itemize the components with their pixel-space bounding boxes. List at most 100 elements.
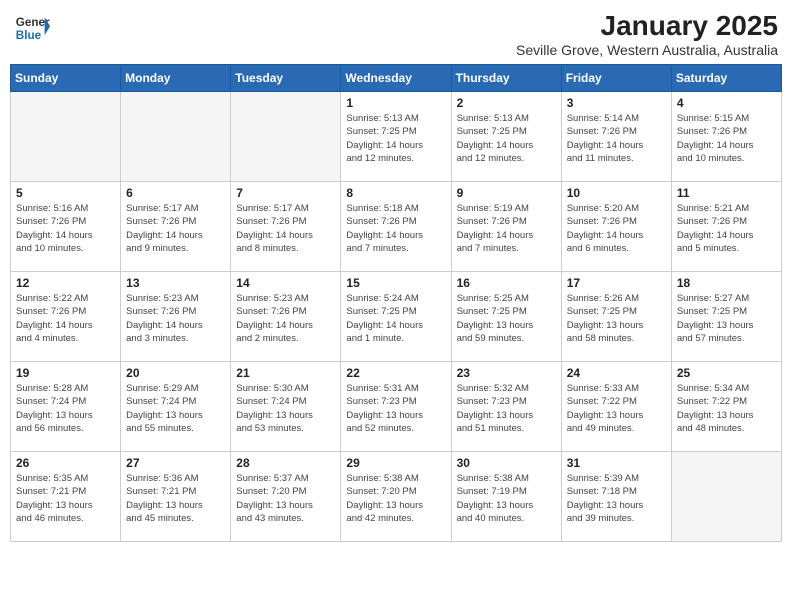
day-info: Sunrise: 5:31 AM Sunset: 7:23 PM Dayligh… [346, 382, 445, 435]
calendar-cell: 14Sunrise: 5:23 AM Sunset: 7:26 PM Dayli… [231, 272, 341, 362]
calendar-cell [231, 92, 341, 182]
calendar-header-row: SundayMondayTuesdayWednesdayThursdayFrid… [11, 65, 782, 92]
day-info: Sunrise: 5:29 AM Sunset: 7:24 PM Dayligh… [126, 382, 225, 435]
day-info: Sunrise: 5:15 AM Sunset: 7:26 PM Dayligh… [677, 112, 776, 165]
calendar-cell [11, 92, 121, 182]
day-number: 29 [346, 456, 445, 470]
day-number: 11 [677, 186, 776, 200]
day-number: 5 [16, 186, 115, 200]
calendar-cell: 8 Sunrise: 5:18 AM Sunset: 7:26 PM Daylig… [341, 182, 451, 272]
svg-text:Blue: Blue [16, 29, 42, 42]
day-number: 28 [236, 456, 335, 470]
week-row-5: 26 Sunrise: 5:35 AM Sunset: 7:21 PM Dayli… [11, 452, 782, 542]
day-number: 2 [457, 96, 556, 110]
calendar-header-monday: Monday [121, 65, 231, 92]
day-info: Sunrise: 5:19 AM Sunset: 7:26 PM Dayligh… [457, 202, 556, 255]
day-number: 1 [346, 96, 445, 110]
calendar-cell: 5 Sunrise: 5:16 AM Sunset: 7:26 PM Daylig… [11, 182, 121, 272]
day-info: Sunrise: 5:17 AM Sunset: 7:26 PM Dayligh… [236, 202, 335, 255]
calendar-header-tuesday: Tuesday [231, 65, 341, 92]
day-number: 23 [457, 366, 556, 380]
day-number: 12 [16, 276, 115, 290]
day-number: 19 [16, 366, 115, 380]
day-number: 24 [567, 366, 666, 380]
day-info: Sunrise: 5:36 AM Sunset: 7:21 PM Dayligh… [126, 472, 225, 525]
page-header: General Blue January 2025 Seville Grove,… [10, 10, 782, 58]
day-info: Sunrise: 5:24 AM Sunset: 7:25 PM Dayligh… [346, 292, 445, 345]
day-number: 4 [677, 96, 776, 110]
day-info: Sunrise: 5:38 AM Sunset: 7:19 PM Dayligh… [457, 472, 556, 525]
calendar-cell: 22 Sunrise: 5:31 AM Sunset: 7:23 PM Dayli… [341, 362, 451, 452]
day-info: Sunrise: 5:34 AM Sunset: 7:22 PM Dayligh… [677, 382, 776, 435]
day-info: Sunrise: 5:13 AM Sunset: 7:25 PM Dayligh… [346, 112, 445, 165]
day-number: 3 [567, 96, 666, 110]
page-title: January 2025 [516, 10, 778, 42]
day-number: 9 [457, 186, 556, 200]
logo: General Blue [14, 10, 50, 46]
day-info: Sunrise: 5:27 AM Sunset: 7:25 PM Dayligh… [677, 292, 776, 345]
calendar-cell: 13Sunrise: 5:23 AM Sunset: 7:26 PM Dayli… [121, 272, 231, 362]
day-info: Sunrise: 5:28 AM Sunset: 7:24 PM Dayligh… [16, 382, 115, 435]
week-row-3: 12Sunrise: 5:22 AM Sunset: 7:26 PM Dayli… [11, 272, 782, 362]
day-info: Sunrise: 5:17 AM Sunset: 7:26 PM Dayligh… [126, 202, 225, 255]
day-info: Sunrise: 5:16 AM Sunset: 7:26 PM Dayligh… [16, 202, 115, 255]
calendar-cell: 23 Sunrise: 5:32 AM Sunset: 7:23 PM Dayli… [451, 362, 561, 452]
day-number: 30 [457, 456, 556, 470]
day-number: 10 [567, 186, 666, 200]
day-number: 6 [126, 186, 225, 200]
week-row-1: 1 Sunrise: 5:13 AM Sunset: 7:25 PM Daylig… [11, 92, 782, 182]
calendar-cell: 20 Sunrise: 5:29 AM Sunset: 7:24 PM Dayli… [121, 362, 231, 452]
day-info: Sunrise: 5:26 AM Sunset: 7:25 PM Dayligh… [567, 292, 666, 345]
calendar-cell: 2 Sunrise: 5:13 AM Sunset: 7:25 PM Daylig… [451, 92, 561, 182]
day-info: Sunrise: 5:23 AM Sunset: 7:26 PM Dayligh… [126, 292, 225, 345]
calendar-cell [121, 92, 231, 182]
calendar-cell: 9 Sunrise: 5:19 AM Sunset: 7:26 PM Daylig… [451, 182, 561, 272]
calendar-cell: 12Sunrise: 5:22 AM Sunset: 7:26 PM Dayli… [11, 272, 121, 362]
calendar-cell: 25Sunrise: 5:34 AM Sunset: 7:22 PM Dayli… [671, 362, 781, 452]
day-number: 26 [16, 456, 115, 470]
day-number: 31 [567, 456, 666, 470]
day-info: Sunrise: 5:13 AM Sunset: 7:25 PM Dayligh… [457, 112, 556, 165]
day-info: Sunrise: 5:33 AM Sunset: 7:22 PM Dayligh… [567, 382, 666, 435]
calendar-cell: 31Sunrise: 5:39 AM Sunset: 7:18 PM Dayli… [561, 452, 671, 542]
calendar-cell: 7Sunrise: 5:17 AM Sunset: 7:26 PM Daylig… [231, 182, 341, 272]
day-number: 27 [126, 456, 225, 470]
day-number: 21 [236, 366, 335, 380]
calendar-cell: 3Sunrise: 5:14 AM Sunset: 7:26 PM Daylig… [561, 92, 671, 182]
calendar-cell: 1 Sunrise: 5:13 AM Sunset: 7:25 PM Daylig… [341, 92, 451, 182]
calendar-cell: 21 Sunrise: 5:30 AM Sunset: 7:24 PM Dayli… [231, 362, 341, 452]
calendar-header-saturday: Saturday [671, 65, 781, 92]
logo-icon: General Blue [14, 10, 50, 46]
calendar-cell: 10 Sunrise: 5:20 AM Sunset: 7:26 PM Dayli… [561, 182, 671, 272]
calendar-cell: 11Sunrise: 5:21 AM Sunset: 7:26 PM Dayli… [671, 182, 781, 272]
calendar-cell: 26 Sunrise: 5:35 AM Sunset: 7:21 PM Dayli… [11, 452, 121, 542]
day-number: 20 [126, 366, 225, 380]
calendar-cell: 29 Sunrise: 5:38 AM Sunset: 7:20 PM Dayli… [341, 452, 451, 542]
calendar-cell: 17 Sunrise: 5:26 AM Sunset: 7:25 PM Dayli… [561, 272, 671, 362]
calendar-cell: 24 Sunrise: 5:33 AM Sunset: 7:22 PM Dayli… [561, 362, 671, 452]
calendar-cell: 15Sunrise: 5:24 AM Sunset: 7:25 PM Dayli… [341, 272, 451, 362]
day-number: 22 [346, 366, 445, 380]
day-number: 8 [346, 186, 445, 200]
day-info: Sunrise: 5:38 AM Sunset: 7:20 PM Dayligh… [346, 472, 445, 525]
day-number: 16 [457, 276, 556, 290]
calendar-cell: 4 Sunrise: 5:15 AM Sunset: 7:26 PM Daylig… [671, 92, 781, 182]
day-info: Sunrise: 5:35 AM Sunset: 7:21 PM Dayligh… [16, 472, 115, 525]
day-info: Sunrise: 5:25 AM Sunset: 7:25 PM Dayligh… [457, 292, 556, 345]
calendar-table: SundayMondayTuesdayWednesdayThursdayFrid… [10, 64, 782, 542]
calendar-cell: 18Sunrise: 5:27 AM Sunset: 7:25 PM Dayli… [671, 272, 781, 362]
day-info: Sunrise: 5:18 AM Sunset: 7:26 PM Dayligh… [346, 202, 445, 255]
calendar-header-friday: Friday [561, 65, 671, 92]
calendar-cell: 16 Sunrise: 5:25 AM Sunset: 7:25 PM Dayli… [451, 272, 561, 362]
title-block: January 2025 Seville Grove, Western Aust… [516, 10, 778, 58]
week-row-2: 5 Sunrise: 5:16 AM Sunset: 7:26 PM Daylig… [11, 182, 782, 272]
calendar-cell: 27 Sunrise: 5:36 AM Sunset: 7:21 PM Dayli… [121, 452, 231, 542]
day-info: Sunrise: 5:20 AM Sunset: 7:26 PM Dayligh… [567, 202, 666, 255]
day-info: Sunrise: 5:23 AM Sunset: 7:26 PM Dayligh… [236, 292, 335, 345]
day-info: Sunrise: 5:30 AM Sunset: 7:24 PM Dayligh… [236, 382, 335, 435]
calendar-header-sunday: Sunday [11, 65, 121, 92]
calendar-cell [671, 452, 781, 542]
week-row-4: 19 Sunrise: 5:28 AM Sunset: 7:24 PM Dayli… [11, 362, 782, 452]
day-number: 17 [567, 276, 666, 290]
day-info: Sunrise: 5:32 AM Sunset: 7:23 PM Dayligh… [457, 382, 556, 435]
